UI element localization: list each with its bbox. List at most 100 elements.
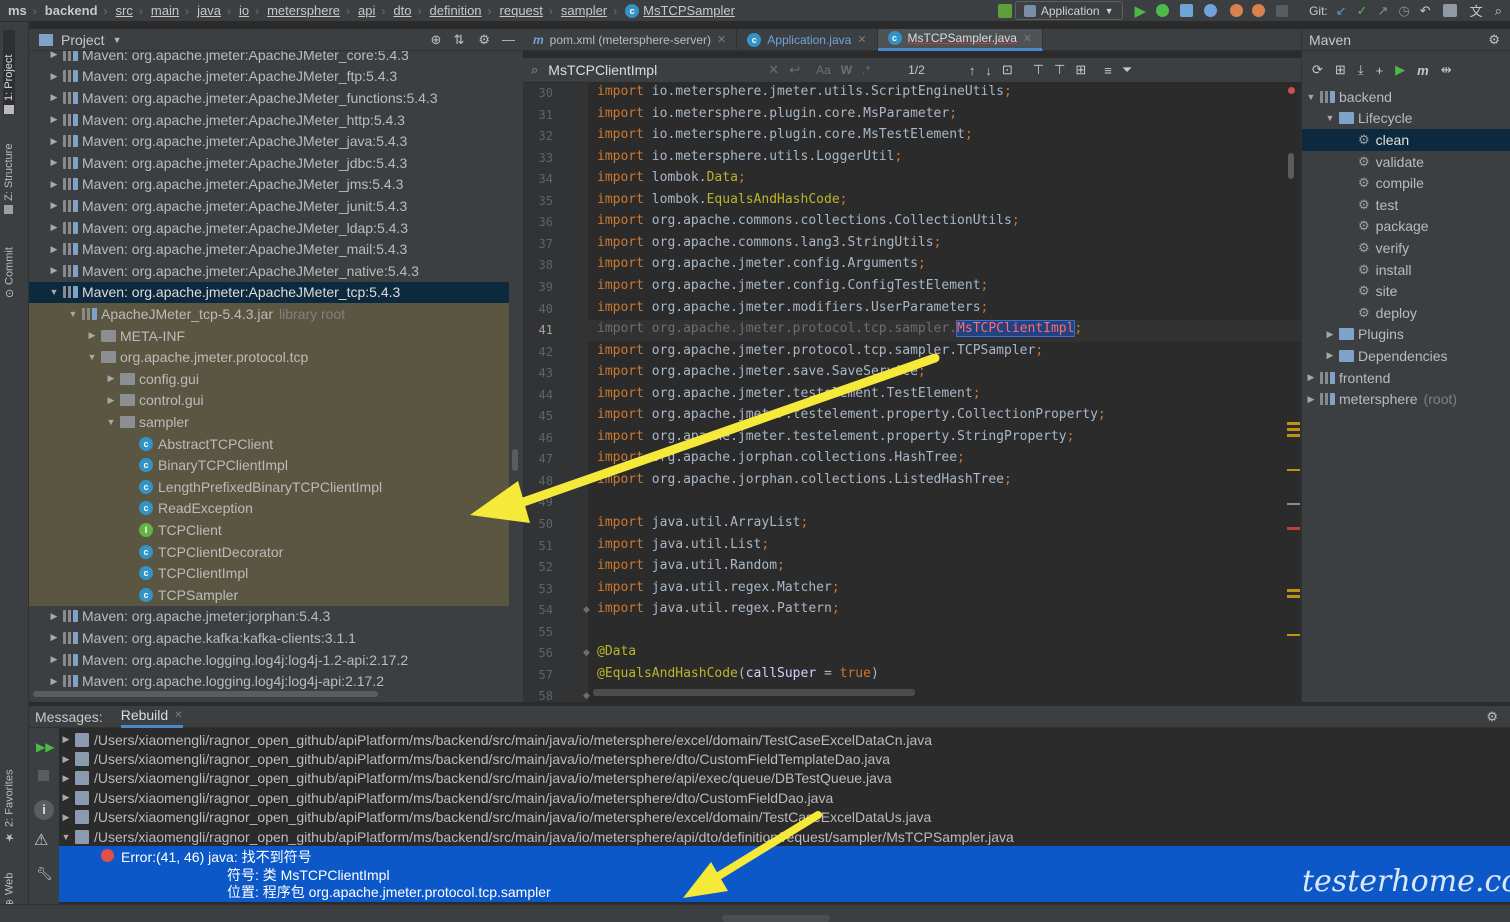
filter-results-icon[interactable]: ≡ (1104, 63, 1112, 78)
tool-window-commit[interactable]: ⊙ Commit (3, 228, 17, 298)
chevron-right-icon[interactable]: ▶ (106, 373, 116, 384)
tree-item[interactable]: ▶ Maven: org.apache.jmeter:ApacheJMeter_j… (29, 152, 509, 174)
chevron-right-icon[interactable]: ▶ (49, 71, 59, 82)
breadcrumb-item[interactable]: definition › (421, 3, 491, 18)
chevron-right-icon[interactable]: ▶ (61, 812, 71, 823)
breadcrumb-item[interactable]: request › (492, 3, 553, 18)
chevron-right-icon[interactable]: ▶ (49, 632, 59, 643)
attach-icon[interactable] (1230, 4, 1244, 17)
tool-window-favorites[interactable]: ★ 2: Favorites (3, 752, 17, 844)
chevron-right-icon[interactable]: ▶ (49, 157, 59, 168)
tree-item[interactable]: ▶ Maven: org.apache.jmeter:ApacheJMeter_m… (29, 238, 509, 260)
tree-item[interactable]: I TCPClient (29, 519, 509, 541)
tool-window-structure[interactable]: Z: Structure (3, 126, 15, 214)
tree-item[interactable]: ▼ org.apache.jmeter.protocol.tcp (29, 346, 509, 368)
project-scrollbar[interactable] (512, 449, 518, 471)
profile-icon[interactable] (1204, 4, 1218, 17)
chevron-right-icon[interactable]: ▶ (1306, 372, 1316, 383)
chevron-right-icon[interactable]: ▶ (49, 611, 59, 622)
chevron-right-icon[interactable]: ▶ (49, 676, 59, 687)
tree-item[interactable]: c ReadException (29, 497, 509, 520)
tree-item[interactable]: ▶ Maven: org.apache.kafka:kafka-clients:3… (29, 627, 509, 649)
locate-icon[interactable]: ⊕ (431, 32, 442, 48)
chevron-down-icon[interactable]: ▼ (87, 352, 97, 362)
tree-item[interactable]: ▶ Maven: org.apache.jmeter:ApacheJMeter_j… (29, 130, 509, 152)
tree-item[interactable]: ▶ Maven: org.apache.jmeter:ApacheJMeter_c… (29, 51, 509, 66)
editor-scrollbar[interactable] (1288, 153, 1294, 179)
tree-item[interactable]: ▶ config.gui (29, 368, 509, 390)
history-icon[interactable]: ◷ (1398, 3, 1409, 19)
message-file-row[interactable]: ▼ /Users/xiaomengli/ragnor_open_github/ap… (59, 827, 1510, 846)
messages-horizontal-scrollbar[interactable] (722, 915, 830, 922)
gear-icon[interactable]: ⚙ (1486, 709, 1498, 725)
breadcrumb-item[interactable]: java › (189, 3, 231, 18)
tree-item[interactable]: c TCPClientDecorator (29, 540, 509, 563)
tree-item[interactable]: ▶ Maven: org.apache.jmeter:ApacheJMeter_f… (29, 66, 509, 88)
tree-item[interactable]: ▶ Maven: org.apache.jmeter:jorphan:5.4.3 (29, 606, 509, 628)
words-toggle[interactable]: W (841, 63, 852, 77)
tree-item[interactable]: c AbstractTCPClient (29, 432, 509, 455)
rollback-icon[interactable]: ↶ (1420, 3, 1431, 19)
close-icon[interactable]: ✕ (857, 33, 866, 46)
maven-tree-item[interactable]: ⚙ deploy (1302, 302, 1510, 324)
add-occurrence-icon[interactable]: ⊤ (1033, 62, 1044, 78)
chevron-down-icon[interactable]: ▼ (1306, 92, 1316, 102)
tree-item[interactable]: ▼ sampler (29, 411, 509, 433)
maven-tree-item[interactable]: ▶ frontend (1302, 367, 1510, 389)
breadcrumb-item[interactable]: ms › (0, 3, 37, 18)
git-push-icon[interactable]: ↗ (1378, 3, 1389, 19)
chevron-right-icon[interactable]: ▶ (1306, 394, 1316, 405)
maven-tree-item[interactable]: ⚙ clean (1302, 129, 1510, 151)
chevron-right-icon[interactable]: ▶ (1325, 329, 1335, 340)
translate-icon[interactable]: 文 (1470, 1, 1483, 20)
tree-item[interactable]: c TCPSampler (29, 584, 509, 606)
message-file-row[interactable]: ▶ /Users/xiaomengli/ragnor_open_github/ap… (59, 808, 1510, 827)
previous-occurrence-icon[interactable]: ↑ (969, 63, 976, 78)
breadcrumb-item[interactable]: io › (231, 3, 259, 18)
run-icon[interactable]: ▶ (1395, 62, 1405, 78)
collapse-all-icon[interactable]: ⇅ (453, 32, 464, 48)
chevron-right-icon[interactable]: ▶ (49, 51, 59, 60)
search-everywhere-icon[interactable]: ⌕ (1495, 3, 1502, 19)
tree-item[interactable]: c TCPClientImpl (29, 562, 509, 584)
maven-tree-item[interactable]: ▶ metersphere (root) (1302, 388, 1510, 410)
search-input[interactable] (548, 62, 759, 78)
warning-icon[interactable]: ⚠ (34, 830, 48, 850)
profiler-icon[interactable] (1252, 4, 1266, 17)
maven-tree-item[interactable]: ▼ backend (1302, 86, 1510, 108)
chevron-down-icon[interactable]: ▼ (68, 309, 78, 319)
chevron-right-icon[interactable]: ▶ (49, 114, 59, 125)
maven-tree-item[interactable]: ⚙ compile (1302, 172, 1510, 194)
tree-item[interactable]: ▶ Maven: org.apache.jmeter:ApacheJMeter_h… (29, 109, 509, 131)
message-file-row[interactable]: ▶ /Users/xiaomengli/ragnor_open_github/ap… (59, 769, 1510, 788)
maven-tree-item[interactable]: ⚙ validate (1302, 151, 1510, 173)
maven-tree-item[interactable]: ⚙ package (1302, 216, 1510, 238)
tab-mstcpsampler-java[interactable]: c MsTCPSampler.java ✕ (877, 28, 1044, 51)
chevron-down-icon[interactable]: ▼ (1325, 113, 1335, 123)
download-icon[interactable]: ⤓ (1358, 62, 1364, 78)
new-line-icon[interactable]: ↩ (789, 62, 800, 78)
breadcrumb-item[interactable]: sampler › (553, 3, 617, 18)
wrench-icon[interactable]: 🔧︎ (36, 866, 53, 882)
toggle-offline-icon[interactable]: ⇹ (1441, 62, 1452, 78)
tree-item[interactable]: ▶ Maven: org.apache.jmeter:ApacheJMeter_j… (29, 174, 509, 196)
maven-tree-item[interactable]: ⚙ site (1302, 280, 1510, 302)
select-all-occurrences-icon[interactable]: ⊡ (1002, 62, 1013, 78)
rerun-icon[interactable]: ▶▶ (36, 740, 54, 754)
chevron-down-icon[interactable]: ▼ (106, 417, 116, 427)
clear-search-icon[interactable]: ✕ (768, 62, 779, 78)
regex-toggle[interactable]: .* (862, 63, 870, 77)
breadcrumb-item[interactable]: api › (350, 3, 385, 18)
tool-window-web[interactable]: ⊕ Web (3, 858, 17, 908)
add-icon[interactable]: + (1376, 63, 1384, 78)
fold-icon[interactable]: ◆ (583, 647, 590, 658)
next-occurrence-icon[interactable]: ↓ (985, 63, 992, 78)
unresolved-symbol[interactable]: MsTCPClientImpl (956, 320, 1076, 338)
tab-pom-xml[interactable]: m pom.xml (metersphere-server) ✕ (523, 28, 738, 51)
maven-tree-item[interactable]: ⚙ install (1302, 259, 1510, 281)
editor-horizontal-scrollbar[interactable] (593, 689, 915, 696)
breadcrumb-item[interactable]: metersphere › (259, 3, 350, 18)
coverage-icon[interactable] (1180, 4, 1194, 17)
gear-icon[interactable]: ⚙ (478, 32, 490, 48)
breadcrumb-item[interactable]: backend › (37, 3, 108, 18)
